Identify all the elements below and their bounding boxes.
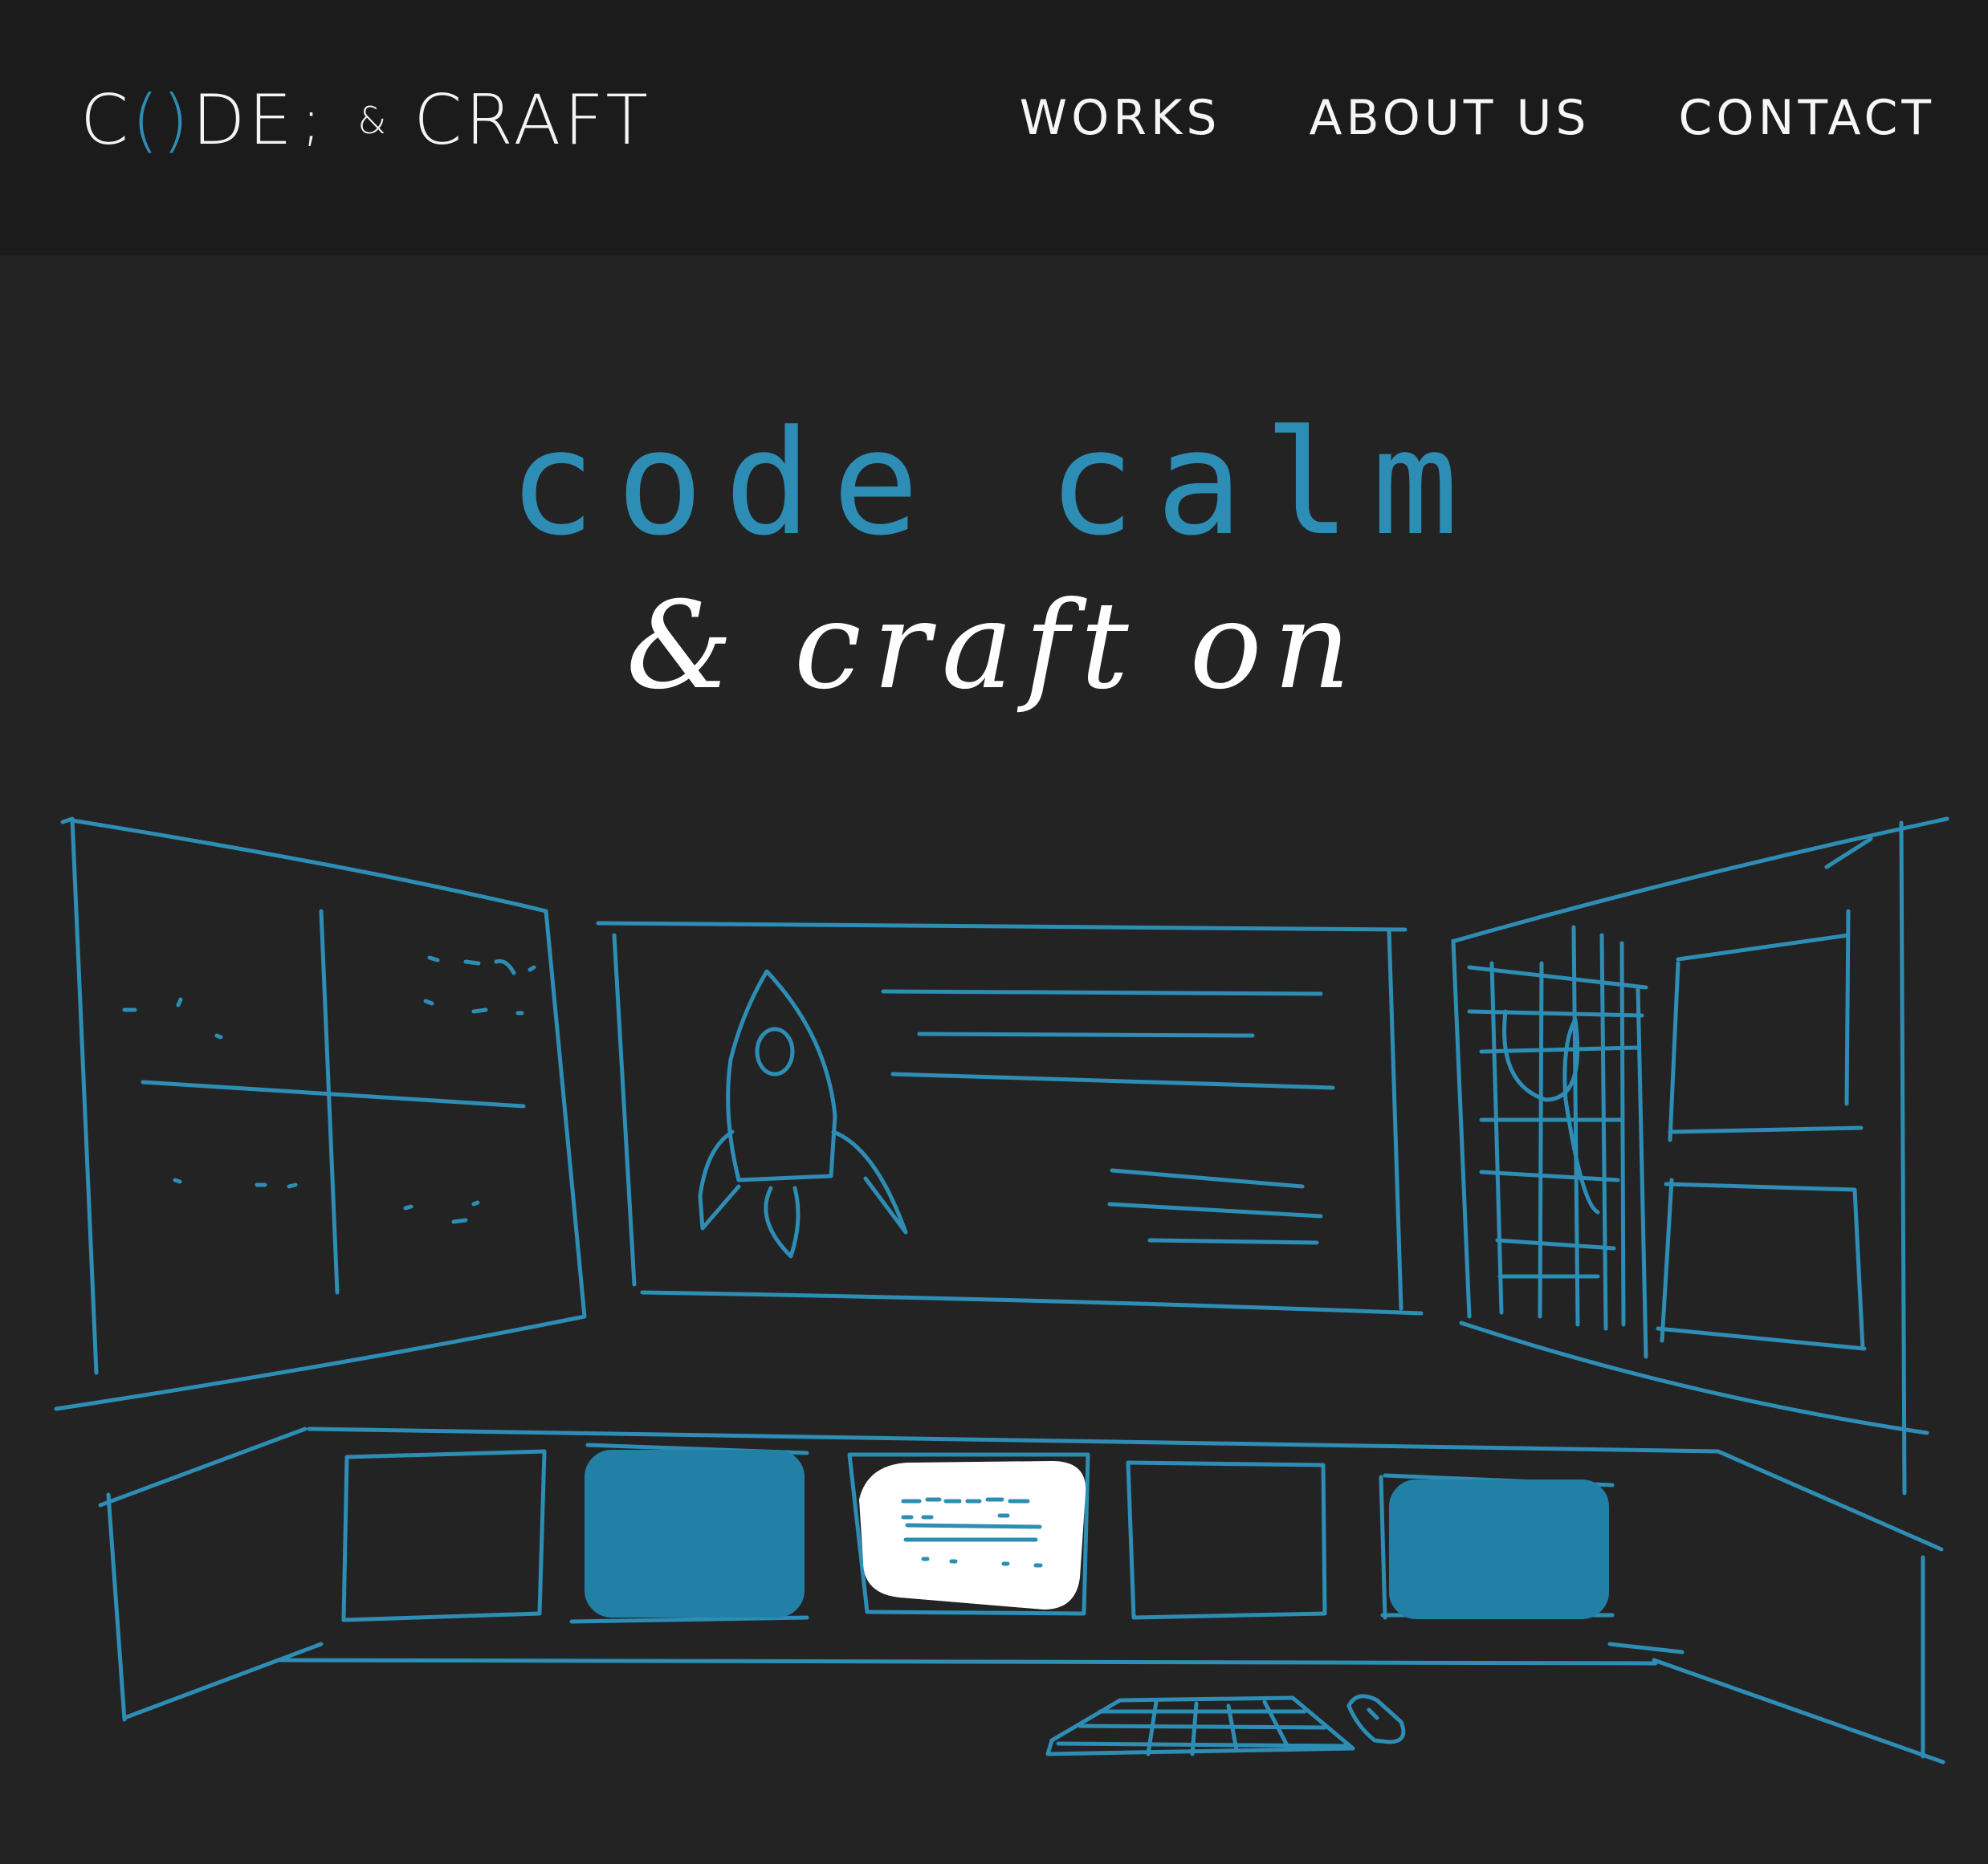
rocket-icon [698, 969, 908, 1259]
desk-panel-highlighted [859, 1461, 1086, 1610]
desk-panel-filled-2 [1389, 1479, 1609, 1619]
workspace-illustration [54, 816, 1949, 1764]
desk [98, 1426, 1945, 1764]
keyboard-icon [1045, 1695, 1355, 1756]
center-wall-screen [596, 921, 1424, 1316]
right-wall-screen [1451, 816, 1949, 1496]
left-wall-screen [54, 816, 587, 1411]
mouse-icon [1346, 1694, 1406, 1744]
desk-panel-filled-1 [585, 1450, 805, 1618]
